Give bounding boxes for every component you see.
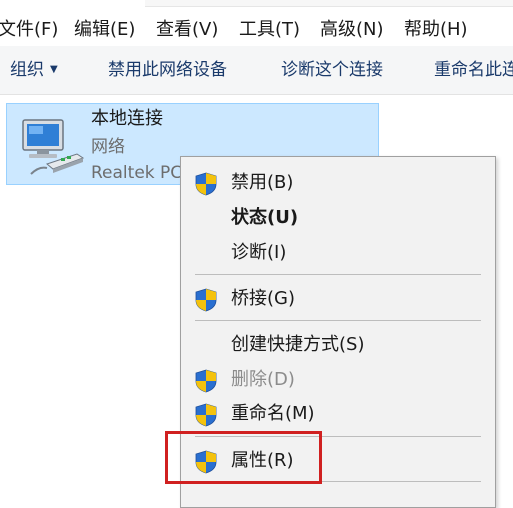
- menu-item-create-shortcut[interactable]: 创建快捷方式(S): [181, 328, 495, 362]
- address-bar-edge: [145, 0, 513, 7]
- menu-item-rename-label: 重命名(M): [231, 403, 315, 424]
- disable-device-button[interactable]: 禁用此网络设备: [108, 58, 227, 82]
- annotation-highlight-box: [165, 431, 322, 484]
- menu-edit[interactable]: 编辑(E): [74, 18, 135, 42]
- connection-status: 网络: [91, 137, 125, 157]
- menu-file[interactable]: 文件(F): [0, 18, 58, 42]
- uac-shield-icon: [195, 369, 217, 393]
- rename-connection-button[interactable]: 重命名此连: [434, 58, 513, 82]
- connection-name: 本地连接: [91, 108, 163, 129]
- menu-separator: [195, 320, 481, 321]
- chevron-down-icon: ▼: [50, 64, 58, 75]
- menu-help[interactable]: 帮助(H): [404, 18, 468, 42]
- menu-bar: 文件(F) 编辑(E) 查看(V) 工具(T) 高级(N) 帮助(H): [0, 12, 513, 46]
- menu-item-bridge-label: 桥接(G): [231, 288, 295, 309]
- menu-item-status[interactable]: 状态(U): [181, 201, 495, 235]
- menu-item-bridge[interactable]: 桥接(G): [181, 282, 495, 316]
- menu-item-delete: 删除(D): [181, 363, 495, 397]
- network-adapter-icon: [22, 119, 85, 175]
- menu-item-disable[interactable]: 禁用(B): [181, 166, 495, 200]
- menu-item-status-label: 状态(U): [231, 207, 299, 228]
- menu-separator: [195, 274, 481, 275]
- menu-view[interactable]: 查看(V): [156, 18, 218, 42]
- menu-item-delete-label: 删除(D): [231, 369, 295, 390]
- organize-label: 组织: [10, 60, 44, 80]
- menu-tools[interactable]: 工具(T): [239, 18, 300, 42]
- menu-item-diagnose-label: 诊断(I): [231, 242, 287, 263]
- menu-advanced[interactable]: 高级(N): [320, 18, 384, 42]
- diagnose-connection-button[interactable]: 诊断这个连接: [281, 58, 383, 82]
- organize-button[interactable]: 组织 ▼: [10, 58, 58, 82]
- menu-item-disable-label: 禁用(B): [231, 172, 294, 193]
- menu-item-create-shortcut-label: 创建快捷方式(S): [231, 334, 365, 355]
- uac-shield-icon: [195, 172, 217, 196]
- command-bar: 组织 ▼ 禁用此网络设备 诊断这个连接 重命名此连: [0, 46, 513, 95]
- window-top-edge: [0, 0, 513, 8]
- uac-shield-icon: [195, 288, 217, 312]
- menu-item-rename[interactable]: 重命名(M): [181, 397, 495, 431]
- menu-item-diagnose[interactable]: 诊断(I): [181, 236, 495, 270]
- uac-shield-icon: [195, 403, 217, 427]
- connection-device: Realtek PCIe GbE Family Controller: [91, 163, 181, 183]
